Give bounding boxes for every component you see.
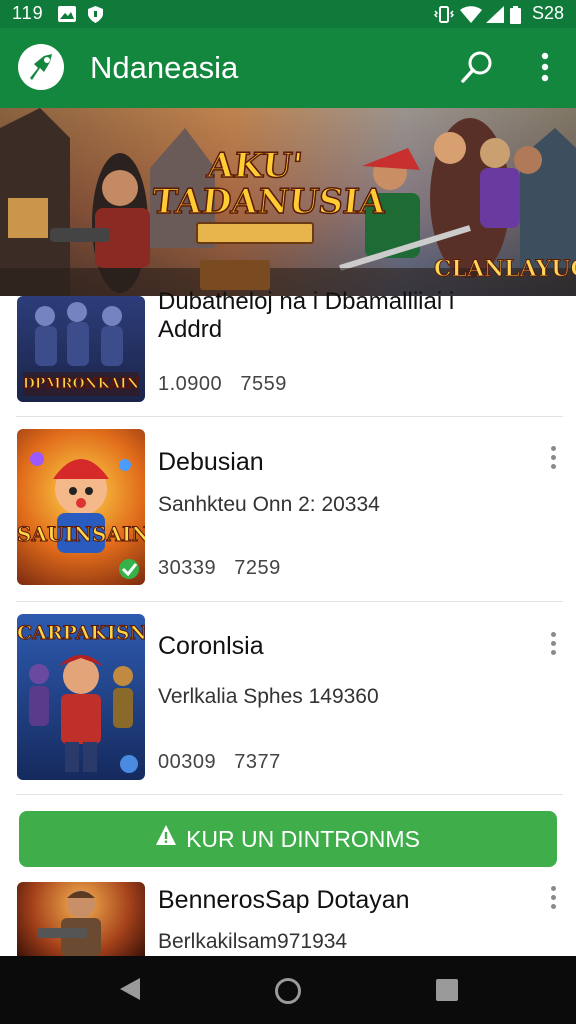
thumbnail-label: DPMRONKAIN xyxy=(22,376,140,393)
item-subtitle: Berlkakilsam971934 xyxy=(158,930,348,953)
app-title: Ndaneasia xyxy=(90,50,239,85)
item-subtitle: Verlkalia Sphes 149360 xyxy=(158,685,379,708)
divider xyxy=(16,794,563,795)
thumbnail-art xyxy=(30,452,139,579)
thumbnail-label: SAUINSAIN xyxy=(17,522,145,547)
recents-icon[interactable] xyxy=(436,979,458,1006)
battery-icon xyxy=(510,6,521,29)
thumbnail-art xyxy=(37,890,101,956)
item-stat-a: 1.0900 xyxy=(158,373,223,395)
wifi-icon xyxy=(460,6,482,28)
game-thumbnail: SAUINSAIN xyxy=(17,429,145,585)
status-right-text: S28 xyxy=(531,3,564,23)
item-stats: 30339 7259 xyxy=(158,557,281,580)
app-logo-icon[interactable] xyxy=(18,44,64,90)
item-stat-a: 00309 xyxy=(158,751,217,773)
game-thumbnail: DPMRONKAIN xyxy=(17,296,145,402)
divider xyxy=(16,601,563,602)
banner-title: AKU' TADANUSIA xyxy=(149,145,388,223)
item-subtitle: Sanhkteu Onn 2: 20334 xyxy=(158,493,380,516)
home-icon[interactable] xyxy=(274,977,302,1010)
item-stats: 1.0900 7559 xyxy=(158,373,287,396)
item-title: Coronlsia xyxy=(158,632,264,660)
divider xyxy=(16,416,563,417)
search-icon[interactable] xyxy=(460,50,494,89)
signal-icon xyxy=(486,6,504,28)
item-subtitle: Addrd xyxy=(158,316,223,343)
overflow-menu-icon[interactable] xyxy=(538,50,552,89)
app-bar: Ndaneasia xyxy=(0,28,576,108)
status-time: 119 xyxy=(12,3,44,23)
vibrate-icon xyxy=(433,6,455,28)
cta-button[interactable]: KUR UN DINTRONMS xyxy=(19,811,557,867)
image-icon xyxy=(58,6,76,27)
banner-subtitle xyxy=(196,222,314,244)
back-icon[interactable] xyxy=(118,976,142,1007)
more-options-icon[interactable] xyxy=(546,632,560,660)
banner-corner-text: CLANLAYUON xyxy=(434,256,576,283)
shield-icon xyxy=(88,6,103,28)
item-title: BennerosSap Dotayan xyxy=(158,886,410,914)
game-thumbnail xyxy=(17,882,145,956)
item-stat-b: 7377 xyxy=(234,751,281,773)
more-options-icon[interactable] xyxy=(546,886,560,914)
status-bar: 119 S28 xyxy=(0,0,576,28)
item-stats: 00309 7377 xyxy=(158,751,281,774)
thumbnail-label: CARPAKISN xyxy=(17,622,145,645)
more-options-icon[interactable] xyxy=(546,446,560,474)
item-stat-b: 7259 xyxy=(234,557,281,579)
item-stat-b: 7559 xyxy=(240,373,287,395)
game-thumbnail: CARPAKISN xyxy=(17,614,145,780)
alert-icon xyxy=(156,825,177,853)
item-title: Dubatheloj na i Dbamalliiai i xyxy=(158,288,455,315)
hero-banner[interactable]: AKU' TADANUSIA CLANLAYUON xyxy=(0,108,576,296)
cta-label: KUR UN DINTRONMS xyxy=(186,825,420,852)
navigation-bar xyxy=(0,956,576,1024)
item-stat-a: 30339 xyxy=(158,557,217,579)
item-title: Debusian xyxy=(158,448,264,476)
